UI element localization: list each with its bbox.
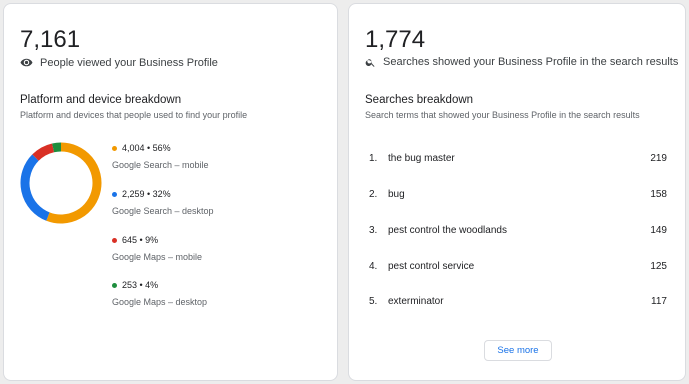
- platform-breakdown-title: Platform and device breakdown: [20, 94, 182, 106]
- views-total: 7,161: [20, 26, 81, 53]
- search-term-rank: 1.: [369, 153, 378, 164]
- views-subtitle: People viewed your Business Profile: [40, 56, 218, 69]
- searches-breakdown-title: Searches breakdown: [365, 94, 474, 106]
- search-term-count: 219: [650, 153, 667, 164]
- legend-label: Google Maps – desktop: [112, 297, 208, 307]
- see-more-button[interactable]: See more: [484, 340, 552, 361]
- search-term-rank: 3.: [369, 225, 378, 236]
- search-term-rank: 4.: [369, 261, 378, 272]
- legend-dot: [112, 282, 117, 288]
- donut-segment-search-mobile: [46, 142, 102, 224]
- views-subtitle-line: People viewed your Business Profile: [20, 56, 218, 69]
- legend-item-maps-mobile: 645 • 9% Google Maps – mobile: [112, 235, 202, 262]
- platform-donut-chart: [20, 142, 102, 224]
- search-term-text: pest control the woodlands: [388, 225, 507, 236]
- search-term-count: 125: [650, 261, 667, 272]
- search-term-row: 2. bug 158: [369, 189, 667, 200]
- search-term-row: 3. pest control the woodlands 149: [369, 225, 667, 236]
- donut-segment-maps-mobile: [32, 143, 55, 161]
- views-card: 7,161 People viewed your Business Profil…: [3, 3, 338, 381]
- legend-dot: [112, 237, 117, 243]
- search-term-text: exterminator: [388, 296, 444, 307]
- legend-dot: [112, 191, 117, 197]
- searches-breakdown-desc: Search terms that showed your Business P…: [365, 110, 640, 120]
- search-term-text: pest control service: [388, 261, 475, 272]
- legend-item-maps-desktop: 253 • 4% Google Maps – desktop: [112, 280, 207, 307]
- legend-item-search-mobile: 4,004 • 56% Google Search – mobile: [112, 143, 209, 170]
- searches-total: 1,774: [365, 26, 426, 53]
- search-term-text: bug: [388, 189, 405, 200]
- legend-label: Google Maps – mobile: [112, 252, 203, 262]
- search-term-row: 5. exterminator 117: [369, 296, 667, 307]
- platform-breakdown-desc: Platform and devices that people used to…: [20, 110, 248, 120]
- search-term-row: 4. pest control service 125: [369, 261, 667, 272]
- donut-segment-maps-desktop: [52, 142, 62, 153]
- legend-value: 253 • 4%: [122, 280, 159, 290]
- searches-card: 1,774 Searches showed your Business Prof…: [348, 3, 686, 381]
- searches-subtitle-line: Searches showed your Business Profile in…: [365, 56, 678, 68]
- search-term-count: 117: [651, 296, 667, 307]
- search-term-rank: 2.: [369, 189, 378, 200]
- legend-label: Google Search – desktop: [112, 206, 214, 216]
- legend-dot: [112, 145, 117, 151]
- eye-icon: [20, 56, 33, 69]
- donut-segment-search-desktop: [20, 154, 50, 221]
- legend-value: 645 • 9%: [122, 235, 159, 245]
- search-term-rank: 5.: [369, 296, 378, 307]
- legend-value: 4,004 • 56%: [122, 143, 171, 153]
- legend-label: Google Search – mobile: [112, 160, 209, 170]
- search-term-text: the bug master: [388, 153, 455, 164]
- legend-item-search-desktop: 2,259 • 32% Google Search – desktop: [112, 189, 214, 216]
- search-term-row: 1. the bug master 219: [369, 153, 667, 164]
- search-icon: [365, 57, 376, 68]
- legend-value: 2,259 • 32%: [122, 189, 171, 199]
- search-term-count: 149: [650, 225, 667, 236]
- search-term-count: 158: [650, 189, 667, 200]
- searches-subtitle: Searches showed your Business Profile in…: [383, 56, 679, 68]
